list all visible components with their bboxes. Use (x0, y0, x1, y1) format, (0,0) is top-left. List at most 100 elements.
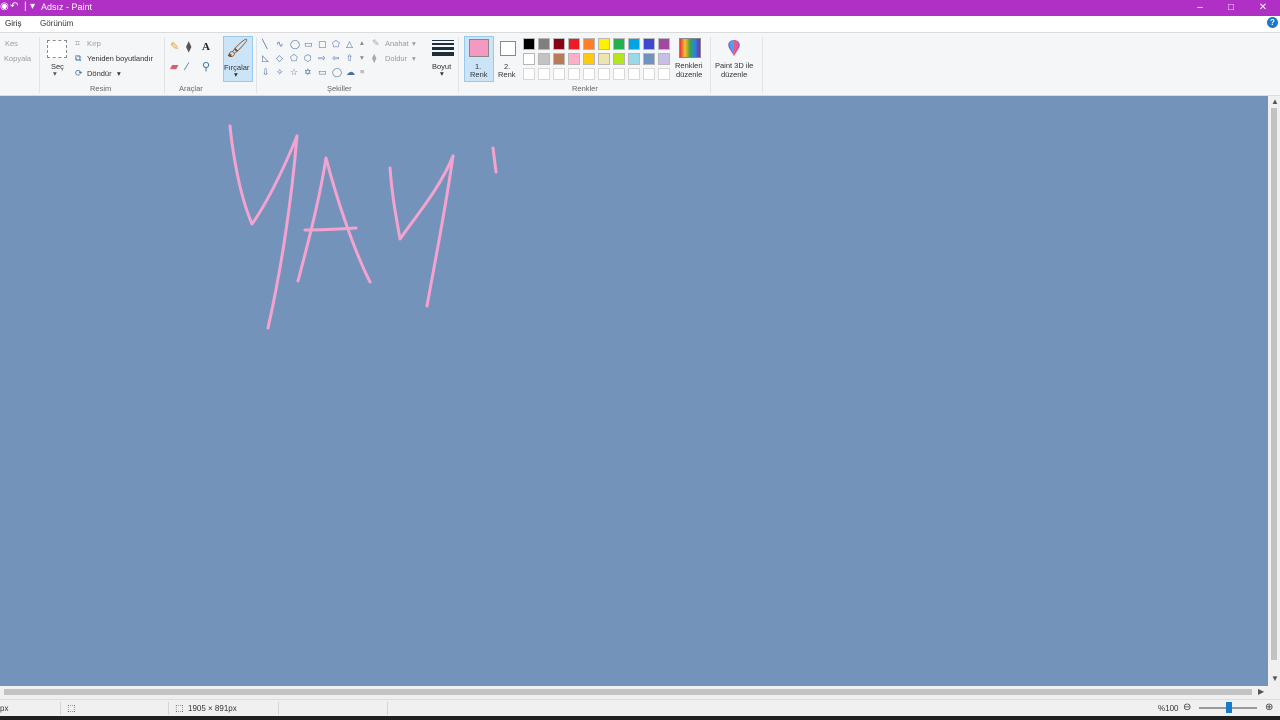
rounded-callout-shape-icon[interactable]: ▭ (318, 68, 327, 77)
copy-button[interactable]: Kopyala (4, 54, 31, 63)
color2-swatch[interactable] (500, 41, 516, 56)
size-dropdown-icon[interactable]: ▾ (440, 69, 444, 78)
shapes-scroll-down-icon[interactable]: ▾ (360, 53, 364, 62)
paint3d-label-line2[interactable]: düzenle (721, 70, 747, 79)
select-icon[interactable] (47, 40, 67, 58)
scroll-down-icon[interactable]: ▼ (1271, 674, 1279, 683)
cloud-callout-shape-icon[interactable]: ☁ (346, 68, 355, 77)
five-point-star-shape-icon[interactable]: ☆ (290, 68, 298, 77)
pentagon-shape-icon[interactable]: ⬠ (290, 54, 298, 63)
rectangle-shape-icon[interactable]: ▭ (304, 40, 313, 49)
custom-palette-slot[interactable] (658, 68, 670, 80)
eraser-icon[interactable]: ▰ (170, 62, 178, 73)
fill-dropdown-icon[interactable]: ▾ (412, 54, 416, 63)
custom-palette-slot[interactable] (523, 68, 535, 80)
crop-button[interactable]: Kırp (87, 39, 101, 48)
undo-icon[interactable]: ↶ (10, 1, 18, 12)
polygon-shape-icon[interactable]: ⬠ (332, 40, 340, 49)
fill-icon[interactable]: ⧫ (186, 42, 191, 53)
minimize-button[interactable]: – (1185, 0, 1215, 16)
four-point-star-shape-icon[interactable]: ✧ (276, 68, 284, 77)
palette-swatch[interactable] (538, 53, 550, 65)
maximize-button[interactable]: □ (1216, 0, 1246, 16)
horizontal-scroll-thumb[interactable] (4, 689, 1252, 695)
shapes-expand-icon[interactable]: ≡ (360, 67, 364, 76)
outline-dropdown-icon[interactable]: ▾ (412, 39, 416, 48)
rounded-rectangle-shape-icon[interactable]: ▢ (318, 40, 327, 49)
resize-button[interactable]: Yeniden boyutlandır (87, 54, 153, 63)
palette-swatch[interactable] (628, 53, 640, 65)
palette-swatch[interactable] (568, 53, 580, 65)
edit-colors-label-line1[interactable]: Renkleri (675, 61, 703, 70)
paint3d-label-line1[interactable]: Paint 3D ile (715, 61, 753, 70)
edit-colors-icon[interactable] (679, 38, 701, 58)
palette-swatch[interactable] (628, 38, 640, 50)
horizontal-scrollbar[interactable]: ▶ (0, 686, 1268, 698)
six-point-star-shape-icon[interactable]: ✡ (304, 68, 312, 77)
palette-swatch[interactable] (643, 53, 655, 65)
palette-swatch[interactable] (583, 53, 595, 65)
drawing-canvas[interactable] (0, 96, 1268, 686)
zoom-out-icon[interactable]: ⊖ (1183, 702, 1191, 713)
rotate-button[interactable]: Döndür (87, 69, 112, 78)
down-arrow-shape-icon[interactable]: ⇩ (262, 68, 270, 77)
palette-swatch[interactable] (523, 38, 535, 50)
select-dropdown-icon[interactable]: ▾ (53, 69, 57, 78)
custom-palette-slot[interactable] (613, 68, 625, 80)
left-arrow-shape-icon[interactable]: ⇦ (332, 54, 340, 63)
right-triangle-shape-icon[interactable]: ◺ (262, 54, 269, 63)
up-arrow-shape-icon[interactable]: ⇧ (346, 54, 354, 63)
customize-quick-access-icon[interactable]: ▾ (30, 1, 35, 12)
oval-shape-icon[interactable]: ◯ (290, 40, 300, 49)
close-button[interactable]: ✕ (1248, 0, 1278, 16)
brushes-dropdown-icon[interactable]: ▾ (234, 70, 238, 79)
palette-swatch[interactable] (658, 38, 670, 50)
palette-swatch[interactable] (598, 38, 610, 50)
tab-view[interactable]: Görünüm (40, 19, 73, 28)
vertical-scrollbar[interactable]: ▲ ▼ (1268, 96, 1280, 686)
outline-button[interactable]: Anahat (385, 39, 409, 48)
shapes-scroll-up-icon[interactable]: ▴ (360, 38, 364, 47)
palette-swatch[interactable] (613, 53, 625, 65)
scroll-up-icon[interactable]: ▲ (1271, 97, 1279, 106)
edit-colors-label-line2[interactable]: düzenle (676, 70, 702, 79)
tab-home[interactable]: Giriş (5, 19, 21, 28)
text-icon[interactable]: A (202, 42, 210, 53)
palette-swatch[interactable] (538, 38, 550, 50)
palette-swatch[interactable] (568, 38, 580, 50)
custom-palette-slot[interactable] (583, 68, 595, 80)
hexagon-shape-icon[interactable]: ⬡ (304, 54, 312, 63)
custom-palette-slot[interactable] (568, 68, 580, 80)
line-shape-icon[interactable]: ╲ (262, 40, 267, 49)
palette-swatch[interactable] (553, 38, 565, 50)
custom-palette-slot[interactable] (538, 68, 550, 80)
cut-button[interactable]: Kes (5, 39, 18, 48)
zoom-slider-thumb[interactable] (1226, 702, 1232, 713)
rotate-dropdown-icon[interactable]: ▾ (117, 69, 121, 78)
triangle-shape-icon[interactable]: △ (346, 40, 353, 49)
palette-swatch[interactable] (643, 38, 655, 50)
help-icon[interactable]: ? (1267, 17, 1278, 28)
palette-swatch[interactable] (598, 53, 610, 65)
color-picker-icon[interactable]: ⁄ (186, 62, 188, 73)
custom-palette-slot[interactable] (598, 68, 610, 80)
zoom-in-icon[interactable]: ⊕ (1265, 702, 1273, 713)
magnifier-icon[interactable]: ⚲ (202, 62, 210, 73)
palette-swatch[interactable] (658, 53, 670, 65)
right-arrow-shape-icon[interactable]: ⇨ (318, 54, 326, 63)
palette-swatch[interactable] (553, 53, 565, 65)
fill-button[interactable]: Doldur (385, 54, 407, 63)
pencil-icon[interactable]: ✎ (170, 42, 179, 53)
curve-shape-icon[interactable]: ∿ (276, 40, 284, 49)
custom-palette-slot[interactable] (643, 68, 655, 80)
palette-swatch[interactable] (523, 53, 535, 65)
paint3d-icon[interactable] (726, 39, 742, 57)
scroll-right-icon[interactable]: ▶ (1258, 687, 1264, 696)
diamond-shape-icon[interactable]: ◇ (276, 54, 283, 63)
custom-palette-slot[interactable] (628, 68, 640, 80)
palette-swatch[interactable] (583, 38, 595, 50)
palette-swatch[interactable] (613, 38, 625, 50)
vertical-scroll-thumb[interactable] (1271, 108, 1277, 660)
oval-callout-shape-icon[interactable]: ◯ (332, 68, 342, 77)
custom-palette-slot[interactable] (553, 68, 565, 80)
